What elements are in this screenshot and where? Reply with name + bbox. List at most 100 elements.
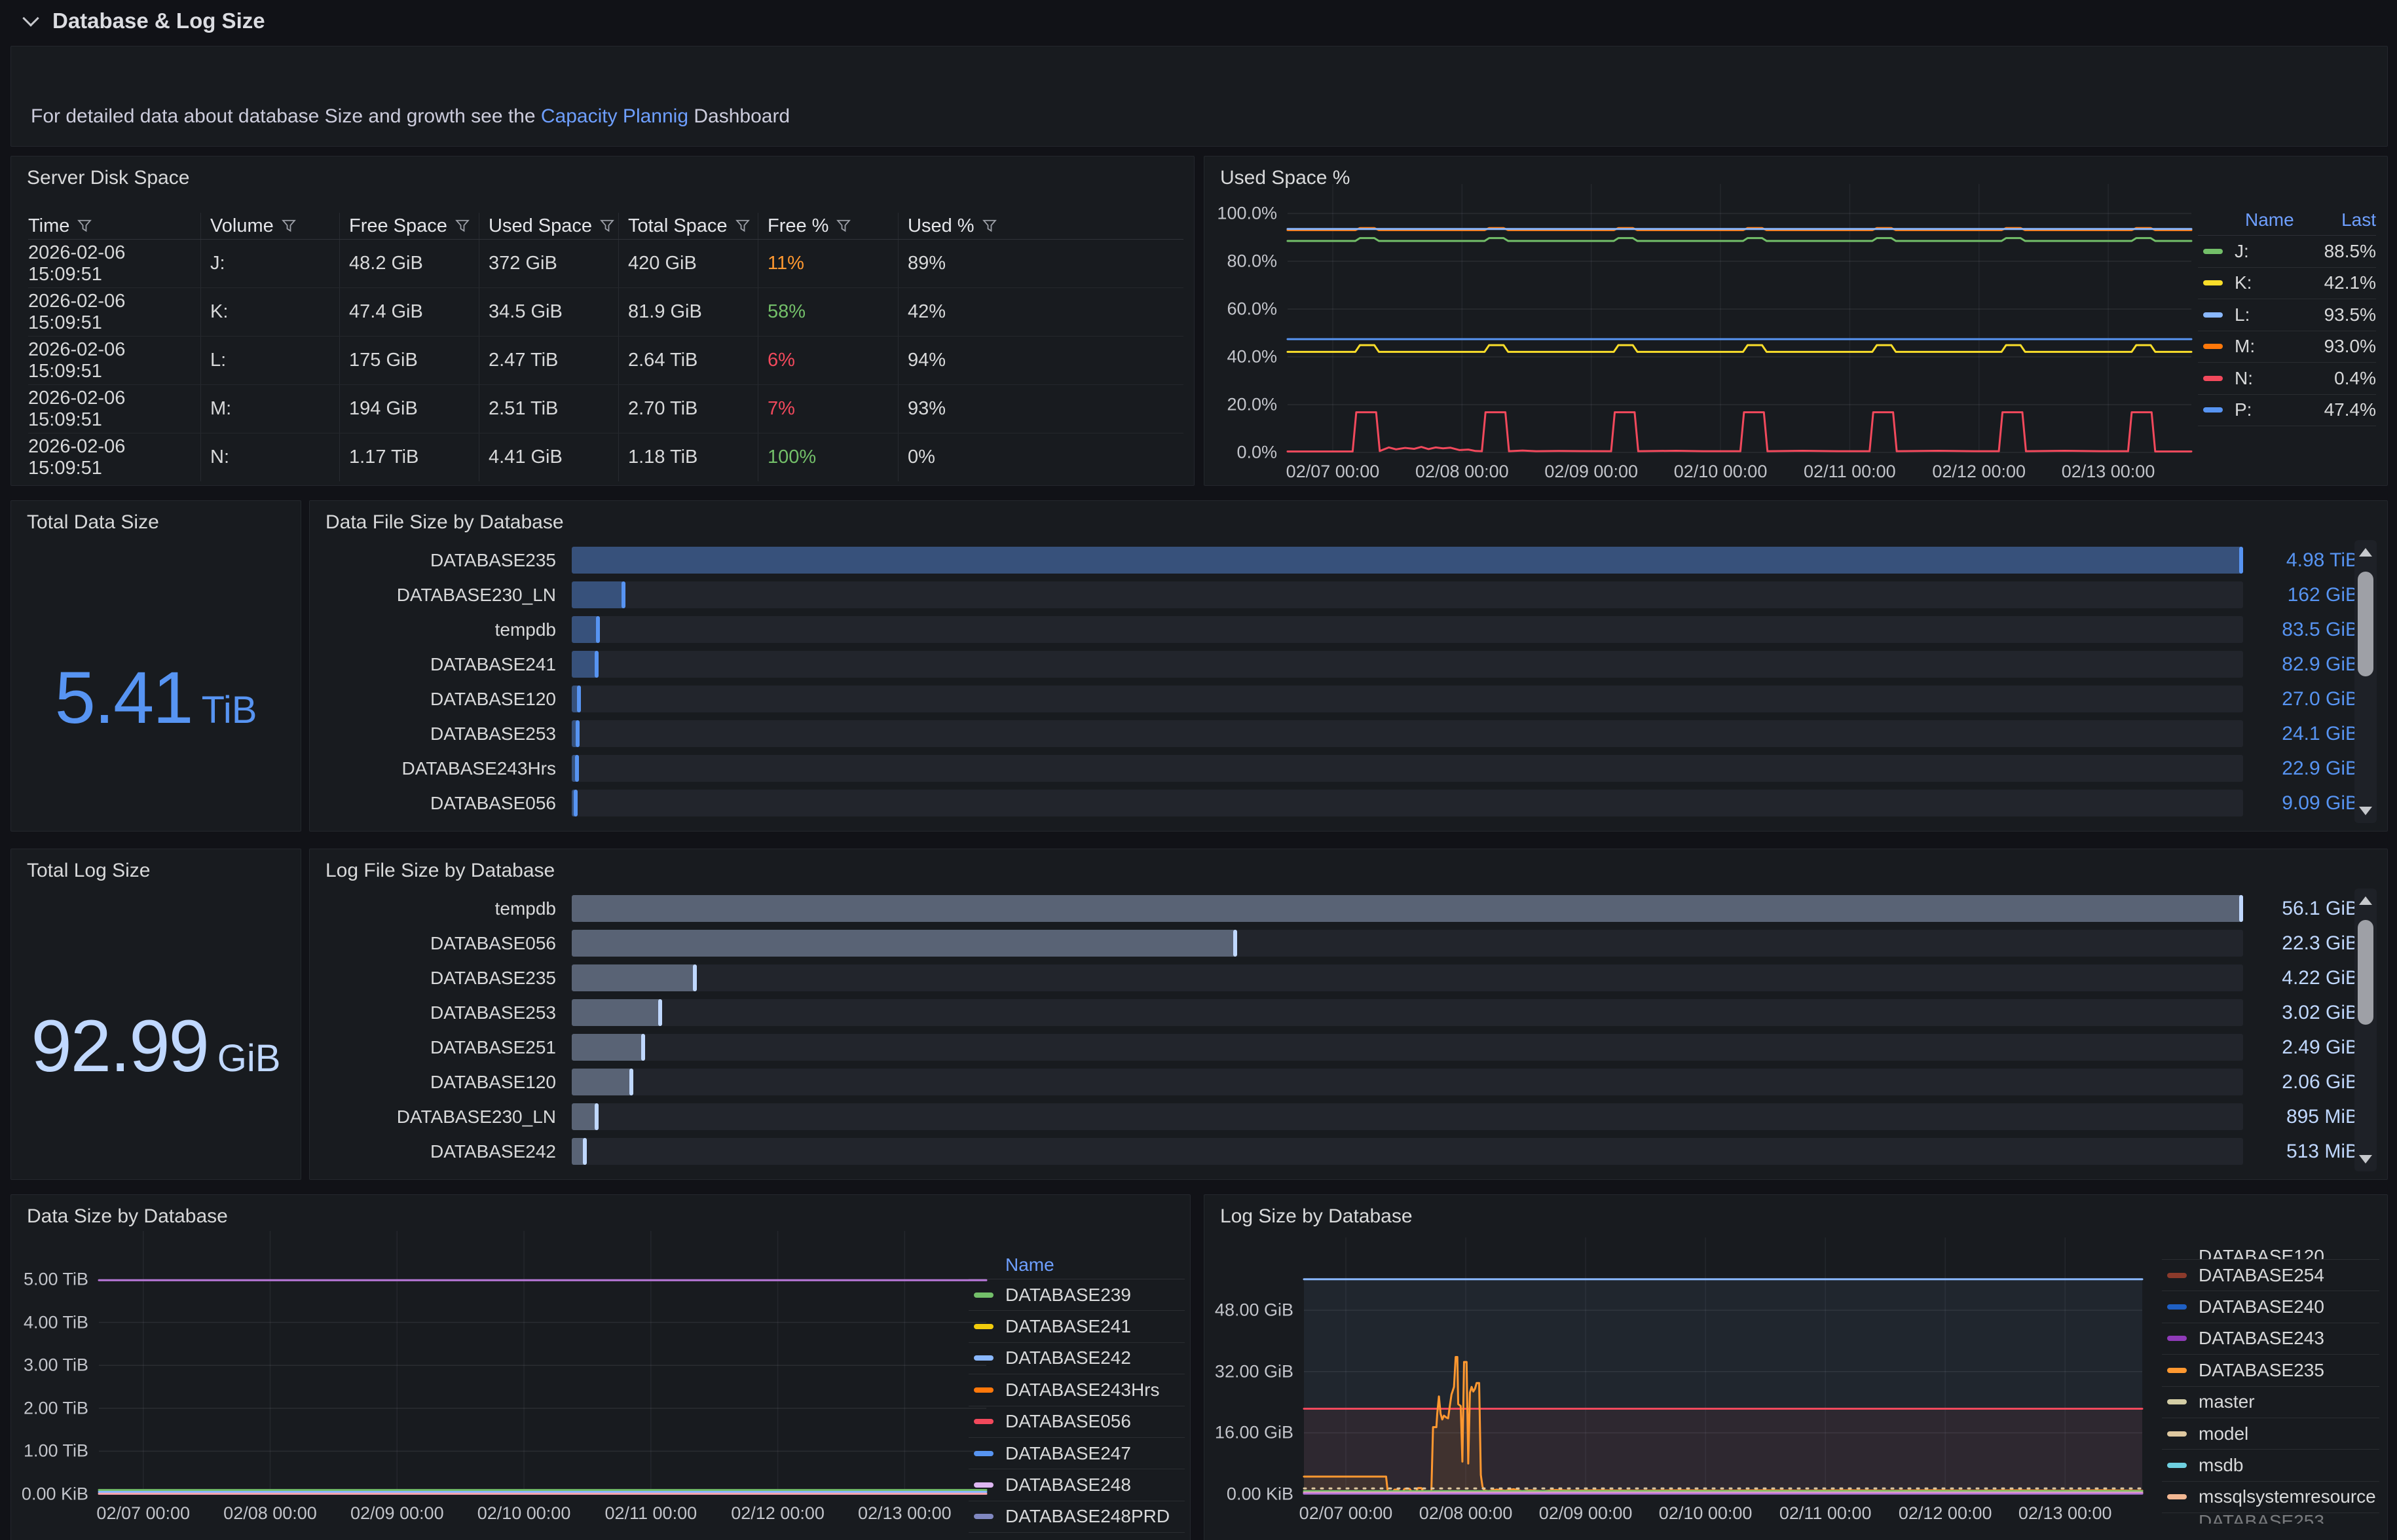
legend-name-header[interactable]: Name: [2245, 210, 2294, 230]
used-space-panel: Used Space % 0.0%20.0%40.0%60.0%80.0%100…: [1204, 156, 2388, 486]
bar-track: [572, 1069, 2243, 1095]
panel-title-used-space[interactable]: Used Space %: [1220, 167, 1350, 189]
bar-gauge-row: DATABASE2354.98 TiB: [325, 543, 2371, 578]
panel-title-log-size-by-database[interactable]: Log Size by Database: [1220, 1205, 1413, 1228]
column-header[interactable]: Free %: [758, 213, 898, 239]
legend-item[interactable]: mssqlsystemresource: [2162, 1482, 2379, 1513]
scrollbar[interactable]: [2354, 889, 2377, 1171]
bar-fill: [572, 1103, 599, 1130]
legend-item[interactable]: DATABASE248: [969, 1469, 1185, 1501]
bar-value: 2.49 GiB: [2237, 1036, 2358, 1059]
column-header[interactable]: Time: [28, 213, 200, 239]
panel-title-data-size-by-database[interactable]: Data Size by Database: [27, 1205, 228, 1228]
y-axis-tick: 80.0%: [1204, 251, 1277, 272]
bar-fill: [572, 755, 579, 782]
panel-title-total-data-size[interactable]: Total Data Size: [27, 511, 159, 534]
stat-unit: TiB: [202, 689, 257, 731]
table-cell: 1.18 TiB: [618, 433, 758, 481]
bar-label: DATABASE241: [325, 654, 556, 675]
filter-icon[interactable]: [282, 219, 296, 233]
section-title[interactable]: Database & Log Size: [52, 9, 265, 33]
table-cell: M:: [200, 385, 339, 433]
bar-track: [572, 895, 2243, 922]
legend-name: msdb: [2199, 1455, 2379, 1476]
row-header[interactable]: Database & Log Size: [0, 0, 265, 42]
y-axis-tick: 2.00 TiB: [11, 1398, 88, 1418]
chevron-down-icon[interactable]: [22, 10, 39, 26]
legend-item[interactable]: N:0.4%: [2198, 363, 2376, 395]
legend-item[interactable]: M:93.0%: [2198, 331, 2376, 363]
scrollbar-thumb[interactable]: [2358, 572, 2373, 676]
legend-item[interactable]: DATABASE243: [2162, 1323, 2379, 1355]
filter-icon[interactable]: [600, 219, 614, 233]
panel-title-total-log-size[interactable]: Total Log Size: [27, 860, 150, 882]
scroll-down-icon[interactable]: [2359, 807, 2372, 815]
legend-last-value: 47.4%: [2324, 399, 2376, 420]
scrollbar[interactable]: [2354, 540, 2377, 823]
table-cell: 7%: [758, 385, 898, 433]
bar-label: DATABASE253: [325, 724, 556, 744]
scroll-down-icon[interactable]: [2359, 1155, 2372, 1164]
filter-icon[interactable]: [455, 219, 470, 233]
table-cell: 1.17 TiB: [339, 433, 479, 481]
bar-gauge-row: tempdb83.5 GiB: [325, 612, 2371, 647]
legend-last-header[interactable]: Last: [2341, 210, 2376, 230]
filter-icon[interactable]: [77, 219, 92, 233]
legend-item[interactable]: model: [2162, 1418, 2379, 1450]
y-axis-tick: 20.0%: [1204, 395, 1277, 415]
legend-name: DATABASE242: [1005, 1348, 1185, 1368]
panel-title-data-file-size[interactable]: Data File Size by Database: [325, 511, 564, 534]
legend-item[interactable]: DATABASE120: [2162, 1237, 2379, 1260]
legend-item[interactable]: DATABASE248PRD: [969, 1501, 1185, 1533]
bar-label: tempdb: [325, 898, 556, 919]
filter-icon[interactable]: [982, 219, 997, 233]
table-cell: J:: [200, 240, 339, 287]
legend-item[interactable]: DATABASE247: [969, 1438, 1185, 1469]
column-header[interactable]: Volume: [200, 213, 339, 239]
legend-name: DATABASE120: [2199, 1246, 2379, 1260]
legend-item[interactable]: DATABASE242: [969, 1343, 1185, 1374]
filter-icon[interactable]: [735, 219, 750, 233]
x-axis-tick: 02/07 00:00: [96, 1503, 190, 1524]
bar-track: [572, 547, 2243, 574]
bar-track: [572, 1138, 2243, 1165]
legend-item[interactable]: DATABASE240: [2162, 1291, 2379, 1323]
legend-item[interactable]: K:42.1%: [2198, 268, 2376, 300]
scroll-up-icon[interactable]: [2359, 548, 2372, 557]
legend-item[interactable]: DATABASE239: [969, 1279, 1185, 1311]
legend-item[interactable]: master: [2162, 1387, 2379, 1418]
panel-title-log-file-size[interactable]: Log File Size by Database: [325, 860, 555, 882]
column-header[interactable]: Used Space: [479, 213, 618, 239]
table-cell: 93%: [898, 385, 1183, 433]
legend-item[interactable]: DATABASE241: [969, 1311, 1185, 1342]
bar-fill: [572, 930, 1237, 957]
column-header[interactable]: Total Space: [618, 213, 758, 239]
y-axis-tick: 0.00 KiB: [11, 1484, 88, 1505]
scroll-up-icon[interactable]: [2359, 896, 2372, 905]
legend-item[interactable]: DATABASE253: [2162, 1513, 2379, 1524]
legend-name: master: [2199, 1391, 2379, 1412]
filter-icon[interactable]: [836, 219, 851, 233]
legend-item[interactable]: msdb: [2162, 1450, 2379, 1481]
bar-label: DATABASE243Hrs: [325, 758, 556, 779]
column-header[interactable]: Free Space: [339, 213, 479, 239]
scrollbar-thumb[interactable]: [2358, 920, 2373, 1025]
bar-fill: [572, 581, 625, 608]
bar-edge: [574, 790, 578, 816]
table-cell: 2026-02-06 15:09:51: [28, 433, 200, 481]
bar-track: [572, 651, 2243, 678]
legend-item[interactable]: DATABASE235: [2162, 1355, 2379, 1386]
legend-item[interactable]: L:93.5%: [2198, 299, 2376, 331]
legend-name-header[interactable]: Name: [969, 1251, 1185, 1279]
capacity-planning-link[interactable]: Capacity Plannig: [541, 105, 688, 127]
table-cell: 42%: [898, 288, 1183, 336]
legend-item[interactable]: DATABASE254: [2162, 1260, 2379, 1291]
info-text: For detailed data about database Size an…: [31, 105, 790, 128]
total-data-size-value: 5.41TiB: [11, 655, 301, 740]
legend-item[interactable]: DATABASE243Hrs: [969, 1374, 1185, 1406]
panel-title-server-disk-space[interactable]: Server Disk Space: [27, 167, 189, 189]
column-header[interactable]: Used %: [898, 213, 1183, 239]
legend-item[interactable]: P:47.4%: [2198, 395, 2376, 427]
legend-item[interactable]: J:88.5%: [2198, 236, 2376, 268]
legend-item[interactable]: DATABASE056: [969, 1406, 1185, 1438]
